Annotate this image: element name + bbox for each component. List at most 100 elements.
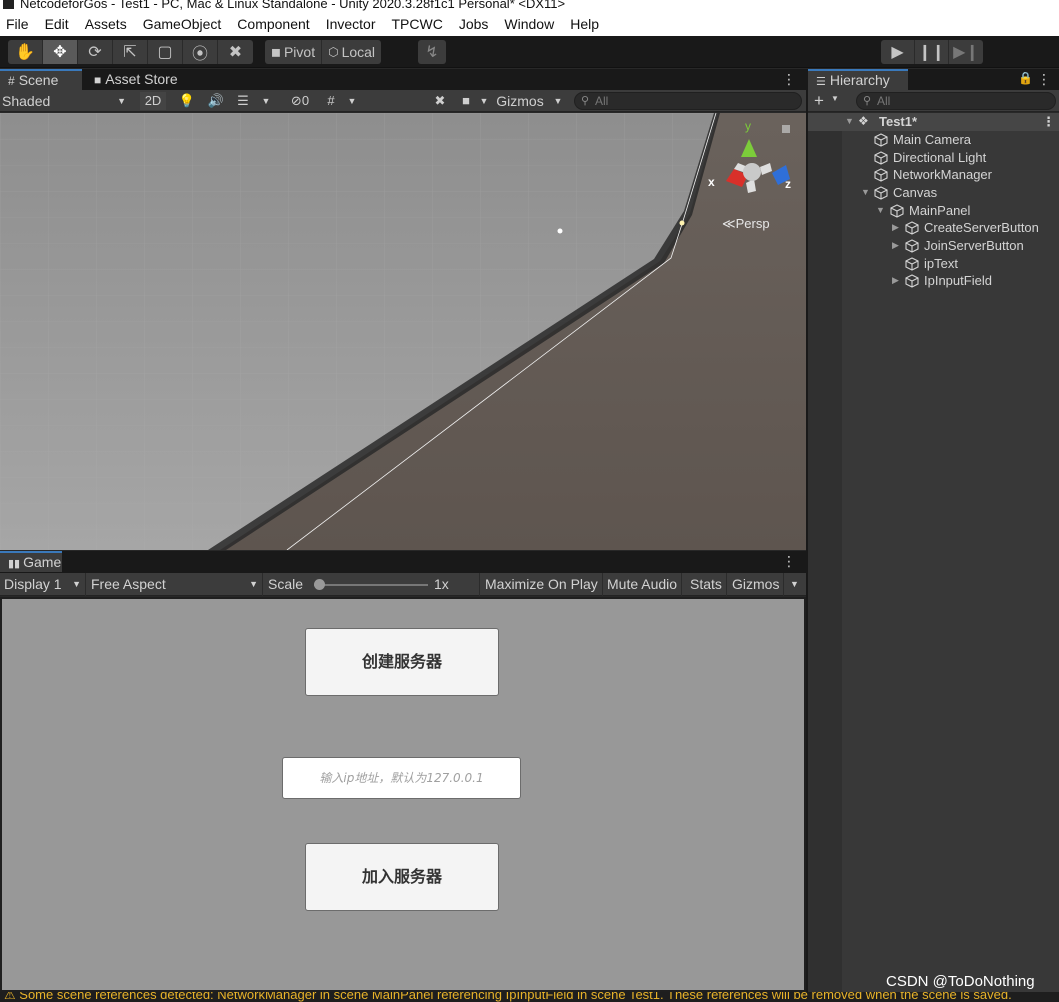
hierarchy-item-main-panel[interactable]: ▼ MainPanel <box>808 202 1059 220</box>
gizmos-button[interactable]: Gizmos <box>492 92 548 110</box>
menu-help[interactable]: Help <box>570 13 599 32</box>
chevron-down-icon[interactable]: ▼ <box>786 573 806 596</box>
axis-x-label: x <box>708 175 715 189</box>
menu-assets[interactable]: Assets <box>85 13 127 32</box>
step-icon[interactable]: ▶❙ <box>949 40 983 64</box>
lock-icon[interactable]: 🔒 <box>1018 71 1033 85</box>
scale-thumb[interactable] <box>314 579 325 590</box>
chevron-down-icon[interactable]: ▼ <box>831 94 839 103</box>
hierarchy-item-network-manager[interactable]: NetworkManager <box>808 166 1059 184</box>
axis-gizmo-icon <box>726 125 790 193</box>
menu-gameobject[interactable]: GameObject <box>143 13 222 32</box>
orientation-gizmo[interactable]: y x z <box>708 117 802 209</box>
join-server-button[interactable]: 加入服务器 <box>305 843 499 911</box>
pause-icon[interactable]: ❙❙ <box>915 40 949 64</box>
menu-edit[interactable]: Edit <box>45 13 69 32</box>
tools-icon[interactable]: ✖ <box>430 92 450 110</box>
custom-tools-icon[interactable]: ✖ <box>218 40 253 64</box>
game-gizmos-toggle[interactable]: Gizmos <box>728 573 785 596</box>
tab-asset-store[interactable]: ■ Asset Store <box>86 69 186 90</box>
grid-icon[interactable]: # <box>320 92 342 110</box>
hierarchy-item-ip-input-field[interactable]: ▶ IpInputField <box>808 272 1059 290</box>
draw-mode-dropdown[interactable]: Shaded ▼ <box>2 92 128 110</box>
local-toggle[interactable]: ⬡ Local <box>322 40 381 64</box>
scale-track[interactable] <box>314 584 428 586</box>
hierarchy-item-ip-text[interactable]: ipText <box>808 255 1059 273</box>
scene-name: Test1* <box>879 114 918 129</box>
tab-scene[interactable]: # Scene <box>0 69 82 90</box>
create-server-button[interactable]: 创建服务器 <box>305 628 499 696</box>
audio-icon[interactable]: 🔊 <box>204 92 228 110</box>
expand-arrow-icon[interactable]: ▼ <box>876 202 885 219</box>
hierarchy-search-placeholder: All <box>877 94 891 108</box>
expand-arrow-icon[interactable]: ▼ <box>861 184 870 201</box>
visibility-toggle[interactable]: ⊘0 <box>283 92 317 110</box>
grid-snap-icon[interactable]: ↯ <box>418 40 446 64</box>
hand-tool-icon[interactable]: ✋ <box>8 40 43 64</box>
hierarchy-item-join-server-button[interactable]: ▶ JoinServerButton <box>808 237 1059 255</box>
tab-hierarchy[interactable]: ☰ Hierarchy <box>808 69 908 90</box>
hierarchy-item-canvas[interactable]: ▼ Canvas <box>808 184 1059 202</box>
scene-menu-icon[interactable]: ⋮ <box>782 71 796 88</box>
aspect-dropdown[interactable]: Free Aspect ▼ <box>87 573 263 596</box>
ip-input-field[interactable]: 输入ip地址，默认为127.0.0.1 <box>282 757 521 799</box>
tab-game-label: Game <box>23 554 62 570</box>
camera-icon[interactable]: ■ <box>456 92 476 110</box>
add-object-icon[interactable]: + <box>814 91 824 111</box>
move-tool-icon[interactable]: ✥ <box>43 40 78 64</box>
gameobject-cube-icon <box>905 239 919 253</box>
scale-tool-icon[interactable]: ⇱ <box>113 40 148 64</box>
hierarchy-search-input[interactable]: ⚲ All <box>856 92 1056 110</box>
game-viewport: 创建服务器 输入ip地址，默认为127.0.0.1 加入服务器 <box>0 597 806 992</box>
menu-window[interactable]: Window <box>504 13 554 32</box>
2d-toggle[interactable]: 2D <box>140 92 166 110</box>
hierarchy-menu-icon[interactable]: ⋮ <box>1037 71 1051 88</box>
hierarchy-item-create-server-button[interactable]: ▶ CreateServerButton <box>808 219 1059 237</box>
stats-toggle[interactable]: Stats <box>686 573 727 596</box>
play-controls: ▶ ❙❙ ▶❙ <box>881 40 983 64</box>
collapsed-arrow-icon[interactable]: ▶ <box>892 237 899 254</box>
hierarchy-panel: ▼ ❖ Test1* ⋮ Main Camera Directional Lig… <box>808 113 1059 992</box>
hierarchy-item-directional-light[interactable]: Directional Light <box>808 149 1059 167</box>
display-dropdown[interactable]: Display 1 ▼ <box>0 573 86 596</box>
rect-tool-icon[interactable]: ▢ <box>148 40 183 64</box>
hierarchy-scene-row[interactable]: ▼ ❖ Test1* ⋮ <box>808 113 1059 131</box>
item-label: IpInputField <box>924 273 992 288</box>
scene-search-input[interactable]: ⚲ All <box>574 92 802 110</box>
pivot-toggle[interactable]: ◼ Pivot <box>265 40 323 64</box>
tab-game[interactable]: ▮▮ Game <box>0 551 62 572</box>
expand-arrow-icon[interactable]: ▼ <box>845 113 854 130</box>
menu-file[interactable]: File <box>6 13 29 32</box>
scene-viewport[interactable]: y x z ≪Persp <box>0 113 806 550</box>
scene-tab-bar: # Scene ■ Asset Store ⋮ <box>0 69 806 90</box>
hierarchy-item-main-camera[interactable]: Main Camera <box>808 131 1059 149</box>
console-status-bar[interactable]: ⚠ Some scene references detected: Networ… <box>0 992 1059 1002</box>
collapsed-arrow-icon[interactable]: ▶ <box>892 272 899 289</box>
transform-tool-icon[interactable]: ⦿ <box>183 40 218 64</box>
main-toolbar: ✋ ✥ ⟳ ⇱ ▢ ⦿ ✖ ◼ Pivot ⬡ Local ↯ ▶ ❙❙ ▶❙ <box>0 36 1059 68</box>
menu-component[interactable]: Component <box>237 13 309 32</box>
menu-jobs[interactable]: Jobs <box>459 13 489 32</box>
camera-dropdown-icon[interactable]: ▼ <box>478 92 490 110</box>
gameobject-cube-icon <box>874 168 888 182</box>
menu-tpcwc[interactable]: TPCWC <box>392 13 443 32</box>
rotate-tool-icon[interactable]: ⟳ <box>78 40 113 64</box>
grid-dropdown-icon[interactable]: ▼ <box>344 92 360 110</box>
gizmos-dropdown-icon[interactable]: ▼ <box>550 92 566 110</box>
menu-bar: File Edit Assets GameObject Component Invecto… <box>0 13 1059 36</box>
play-icon[interactable]: ▶ <box>881 40 915 64</box>
effects-dropdown-icon[interactable]: ▼ <box>258 92 274 110</box>
projection-toggle[interactable]: ≪Persp <box>722 216 770 232</box>
menu-invector[interactable]: Invector <box>326 13 376 32</box>
mute-audio-toggle[interactable]: Mute Audio <box>603 573 683 596</box>
tab-asset-store-label: Asset Store <box>105 71 178 87</box>
lighting-icon[interactable]: 💡 <box>176 92 198 110</box>
draw-mode-value: Shaded <box>2 93 51 109</box>
maximize-on-play-toggle[interactable]: Maximize On Play <box>481 573 603 596</box>
game-menu-icon[interactable]: ⋮ <box>782 553 796 570</box>
effects-icon[interactable]: ☰ <box>232 92 254 110</box>
scale-slider[interactable]: Scale 1x <box>264 573 480 596</box>
gameobject-cube-icon <box>874 133 888 147</box>
scene-menu-icon[interactable]: ⋮ <box>1042 113 1055 130</box>
collapsed-arrow-icon[interactable]: ▶ <box>892 219 899 236</box>
